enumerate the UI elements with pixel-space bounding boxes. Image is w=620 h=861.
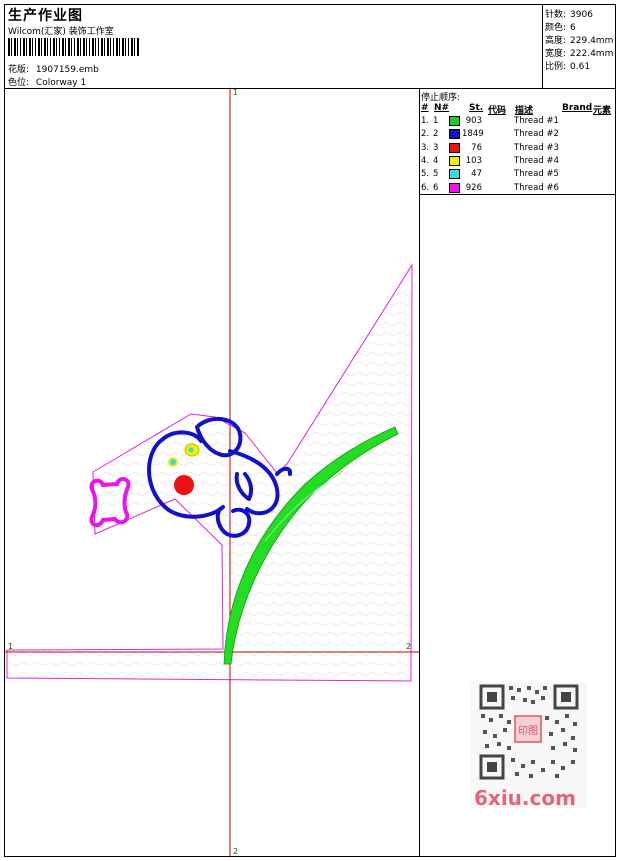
thread-color-swatch: [449, 182, 460, 193]
colorway-row: 色位: Colorway 1: [8, 75, 86, 88]
thread-stitch-count: 47: [471, 169, 482, 180]
thread-stitch-count: 76: [471, 142, 482, 153]
stats-divider: [542, 4, 543, 88]
thread-stitch-count: 926: [465, 182, 482, 193]
thread-needle: 4: [433, 155, 439, 166]
col-desc: 描述: [515, 106, 534, 116]
stat-label: 针数:: [545, 10, 567, 20]
col-num: #: [421, 103, 429, 113]
thread-needle: 3: [433, 142, 439, 153]
thread-row: 3. 3 76 Thread #3: [420, 142, 610, 155]
stat-value: 0.61: [570, 62, 591, 72]
thread-index: 6.: [421, 182, 430, 193]
thread-color-swatch: [449, 129, 460, 140]
col-element: 元素: [593, 106, 612, 116]
design-canvas: 1 1 2 2: [5, 88, 419, 856]
thread-description: Thread #2: [514, 129, 559, 140]
thread-row: 5. 5 47 Thread #5: [420, 169, 610, 181]
thread-needle: 5: [433, 169, 439, 180]
stat-value: 3906: [570, 10, 593, 20]
thread-stitch-count: 903: [465, 116, 482, 126]
colorway-label: 色位:: [8, 78, 30, 88]
thread-needle: 1: [433, 116, 439, 126]
axis-marker-bottom: 2: [233, 847, 239, 856]
stat-label: 宽度:: [545, 49, 567, 59]
thread-needle: 6: [433, 182, 439, 193]
stat-colors: 颜色: 6: [545, 20, 576, 33]
thread-color-swatch: [449, 155, 460, 166]
thread-index: 5.: [421, 169, 430, 180]
design-label: 花版:: [8, 65, 30, 75]
axis-marker-right: 2: [406, 642, 412, 651]
stat-value: 229.4mm: [570, 36, 614, 46]
stat-label: 高度:: [545, 36, 567, 46]
thread-description: Thread #3: [514, 142, 559, 153]
thread-row: 4. 4 103 Thread #4: [420, 155, 610, 168]
dog-eye-left: [168, 457, 178, 467]
stat-label: 比例:: [545, 62, 567, 72]
thread-row: 2. 2 1849 Thread #2: [420, 129, 610, 141]
thread-color-swatch: [449, 142, 460, 153]
col-code: 代码: [488, 106, 507, 116]
watermark-text: 6xiu.com: [474, 786, 576, 810]
thread-description: Thread #1: [514, 116, 559, 126]
thread-row: 6. 6 926 Thread #6: [420, 182, 610, 195]
page-title: 生产作业图: [8, 8, 83, 24]
dog-nose: [174, 475, 194, 495]
embroidery-design: [5, 89, 419, 856]
thread-color-swatch: [449, 169, 460, 180]
fill-area: [7, 265, 411, 681]
thread-index: 2.: [421, 129, 430, 140]
barcode: [8, 38, 139, 56]
thread-index: 4.: [421, 155, 430, 166]
seal-text: 印图: [518, 725, 538, 737]
stat-scale: 比例: 0.61: [545, 59, 590, 72]
company-name: Wilcom(汇家) 装饰工作室: [8, 27, 114, 37]
qr-code-icon: 印图: [479, 684, 579, 780]
stat-stitches: 针数: 3906: [545, 7, 593, 20]
stat-value: 222.4mm: [570, 49, 614, 59]
design-file-row: 花版: 1907159.emb: [8, 62, 99, 75]
design-file-name: 1907159.emb: [35, 65, 99, 75]
panel-divider: [419, 88, 420, 857]
thread-description: Thread #4: [514, 155, 559, 166]
thread-index: 3.: [421, 142, 430, 153]
colorway-value: Colorway 1: [35, 78, 87, 88]
thread-stitch-count: 1849: [462, 129, 484, 140]
thread-color-swatch: [449, 116, 460, 126]
stop-sequence-title: 停止顺序:: [421, 93, 461, 103]
stat-value: 6: [570, 23, 576, 33]
col-brand: Brand: [562, 103, 593, 113]
thread-index: 1.: [421, 116, 430, 126]
thread-description: Thread #5: [514, 169, 559, 180]
col-n: N#: [434, 103, 450, 113]
thread-needle: 2: [433, 129, 439, 140]
table-header: # N# St. 代码 描述 Brand 元素: [421, 103, 616, 116]
stat-width: 宽度: 222.4mm: [545, 46, 613, 59]
dog-eye-cyan: [188, 447, 194, 453]
stat-label: 颜色:: [545, 23, 567, 33]
thread-row: 1. 1 903 Thread #1: [420, 116, 610, 128]
thread-description: Thread #6: [514, 182, 559, 193]
axis-marker-top: 1: [233, 88, 239, 97]
axis-marker-left: 1: [8, 642, 14, 651]
thread-stitch-count: 103: [465, 155, 482, 166]
stat-height: 高度: 229.4mm: [545, 33, 613, 46]
col-stitches: St.: [469, 103, 484, 113]
